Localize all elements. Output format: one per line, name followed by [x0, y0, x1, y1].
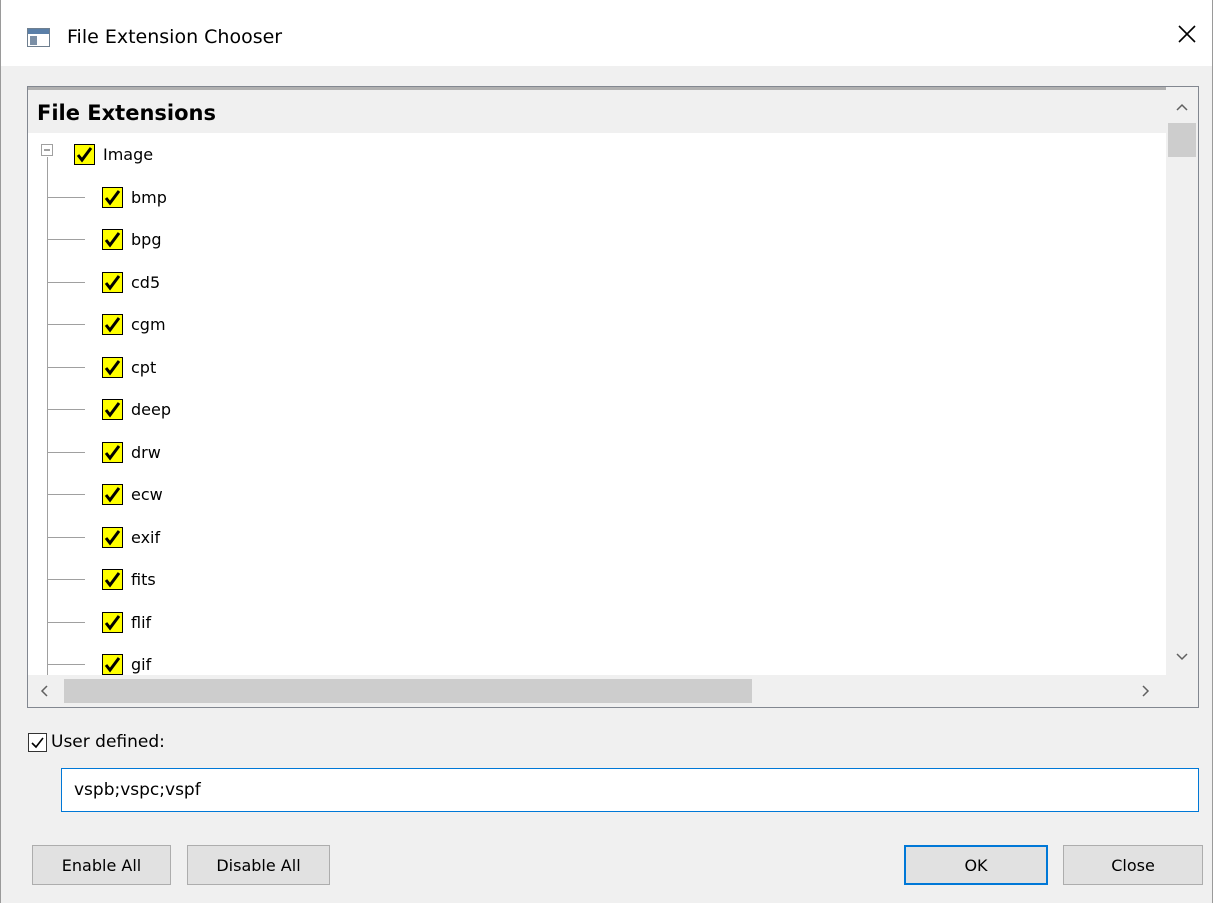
check-icon[interactable] — [74, 143, 95, 165]
file-extension-chooser-dialog: File Extension Chooser File Extensions I… — [0, 0, 1213, 903]
tree-node-fits[interactable]: fits — [102, 558, 156, 600]
check-icon[interactable] — [102, 313, 123, 335]
tree-node-drw[interactable]: drw — [102, 431, 161, 473]
horizontal-scrollbar[interactable] — [28, 675, 1198, 707]
tree-node-bmp[interactable]: bmp — [102, 176, 167, 218]
tree-node-cd5[interactable]: cd5 — [102, 261, 160, 303]
window-title: File Extension Chooser — [67, 26, 283, 48]
tree-node-cpt[interactable]: cpt — [102, 346, 156, 388]
check-icon[interactable] — [102, 186, 123, 208]
scroll-left-icon[interactable] — [30, 677, 58, 705]
tree-node-label: exif — [131, 527, 161, 547]
close-button[interactable]: Close — [1063, 845, 1203, 885]
user-defined-label: User defined: — [51, 732, 165, 752]
user-defined-checkbox[interactable] — [28, 733, 47, 752]
tree-node-gif[interactable]: gif — [102, 643, 151, 677]
title-bar: File Extension Chooser — [1, 0, 1212, 66]
tree-connector-line — [47, 324, 85, 325]
tree-node-label: fits — [131, 569, 156, 589]
tree-node-label: flif — [131, 612, 152, 632]
check-icon[interactable] — [102, 356, 123, 378]
tree-node-exif[interactable]: exif — [102, 516, 160, 558]
tree-connector-line — [47, 367, 85, 368]
tree-connector-line — [47, 622, 85, 623]
tree-connector-line — [47, 197, 85, 198]
vertical-scroll-thumb[interactable] — [1168, 123, 1196, 157]
collapse-icon[interactable] — [41, 144, 53, 156]
scroll-right-icon[interactable] — [1132, 677, 1160, 705]
tree-node-flif[interactable]: flif — [102, 601, 151, 643]
tree-connector-line — [47, 494, 85, 495]
tree-node-label: ecw — [131, 484, 163, 504]
check-icon[interactable] — [102, 568, 123, 590]
user-defined-input[interactable] — [61, 768, 1199, 812]
tree-connector-line — [47, 409, 85, 410]
check-icon[interactable] — [102, 611, 123, 633]
check-icon[interactable] — [102, 483, 123, 505]
check-icon[interactable] — [102, 398, 123, 420]
tree-node-label: bpg — [131, 229, 162, 249]
tree-header-label: File Extensions — [37, 101, 216, 125]
tree-node-image[interactable]: Image — [74, 133, 153, 175]
check-icon[interactable] — [102, 526, 123, 548]
tree-node-label: gif — [131, 654, 152, 674]
check-icon[interactable] — [102, 653, 123, 675]
tree-connector-line — [47, 537, 85, 538]
tree-node-label: cd5 — [131, 272, 161, 292]
scroll-down-icon[interactable] — [1166, 643, 1198, 671]
tree-connector-line — [47, 239, 85, 240]
enable-all-button[interactable]: Enable All — [32, 845, 171, 885]
tree-connector-line — [47, 664, 85, 665]
tree-node-label: bmp — [131, 187, 167, 207]
scroll-up-icon[interactable] — [1166, 93, 1198, 121]
tree-node-label: deep — [131, 399, 171, 419]
tree-node-ecw[interactable]: ecw — [102, 473, 163, 515]
horizontal-scroll-thumb[interactable] — [64, 679, 752, 703]
window-app-icon — [27, 28, 50, 47]
check-icon[interactable] — [102, 228, 123, 250]
tree-node-deep[interactable]: deep — [102, 388, 171, 430]
tree-node-bpg[interactable]: bpg — [102, 218, 161, 260]
vertical-scrollbar[interactable] — [1166, 87, 1198, 675]
tree-node-label: Image — [103, 144, 154, 164]
check-icon[interactable] — [102, 271, 123, 293]
check-icon[interactable] — [102, 441, 123, 463]
tree-header: File Extensions — [28, 87, 1166, 133]
close-icon[interactable] — [1169, 16, 1205, 52]
file-extensions-tree[interactable]: File Extensions Image bmp bpg cd5 cgm cpt dee… — [27, 86, 1199, 708]
tree-connector-line — [47, 452, 85, 453]
tree-node-cgm[interactable]: cgm — [102, 303, 166, 345]
ok-button[interactable]: OK — [904, 845, 1048, 885]
tree-connector-line — [47, 282, 85, 283]
tree-node-label: cgm — [131, 314, 166, 334]
tree-node-label: cpt — [131, 357, 157, 377]
disable-all-button[interactable]: Disable All — [187, 845, 330, 885]
tree-node-label: drw — [131, 442, 161, 462]
tree-connector-line — [47, 157, 48, 677]
tree-body: Image bmp bpg cd5 cgm cpt deep drw ecw exif fits f… — [28, 133, 1166, 677]
tree-connector-line — [47, 579, 85, 580]
